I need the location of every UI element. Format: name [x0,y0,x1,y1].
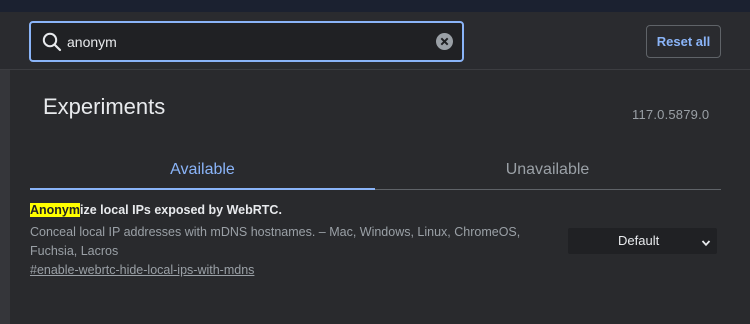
tab-unavailable[interactable]: Unavailable [375,150,720,190]
clear-search-icon[interactable] [436,33,453,50]
experiment-description: Conceal local IP addresses with mDNS hos… [30,225,521,258]
tab-unavailable-label: Unavailable [505,161,590,178]
search-header: Reset all [0,12,750,70]
select-value: Default [618,233,660,248]
page-title: Experiments [43,94,166,119]
experiments-panel: Experiments 117.0.5879.0 Available Unava… [10,70,750,324]
chevron-down-icon [701,236,711,247]
experiment-title: Anonymize local IPs exposed by WebRTC. [30,203,282,217]
version-label: 117.0.5879.0 [632,107,710,122]
search-icon [41,31,63,53]
reset-all-button[interactable]: Reset all [646,25,721,58]
search-field[interactable] [29,21,464,62]
experiment-state-select[interactable]: Default [568,228,717,254]
search-match-highlight: Anonym [30,203,80,217]
window-top-strip [0,0,750,12]
tab-available-label: Available [170,161,235,178]
experiment-title-rest: ize local IPs exposed by WebRTC. [80,203,282,217]
experiment-permalink[interactable]: #enable-webrtc-hide-local-ips-with-mdns [30,263,254,277]
tab-available[interactable]: Available [30,150,375,190]
active-tab-indicator [30,188,375,190]
search-input[interactable] [67,23,427,60]
